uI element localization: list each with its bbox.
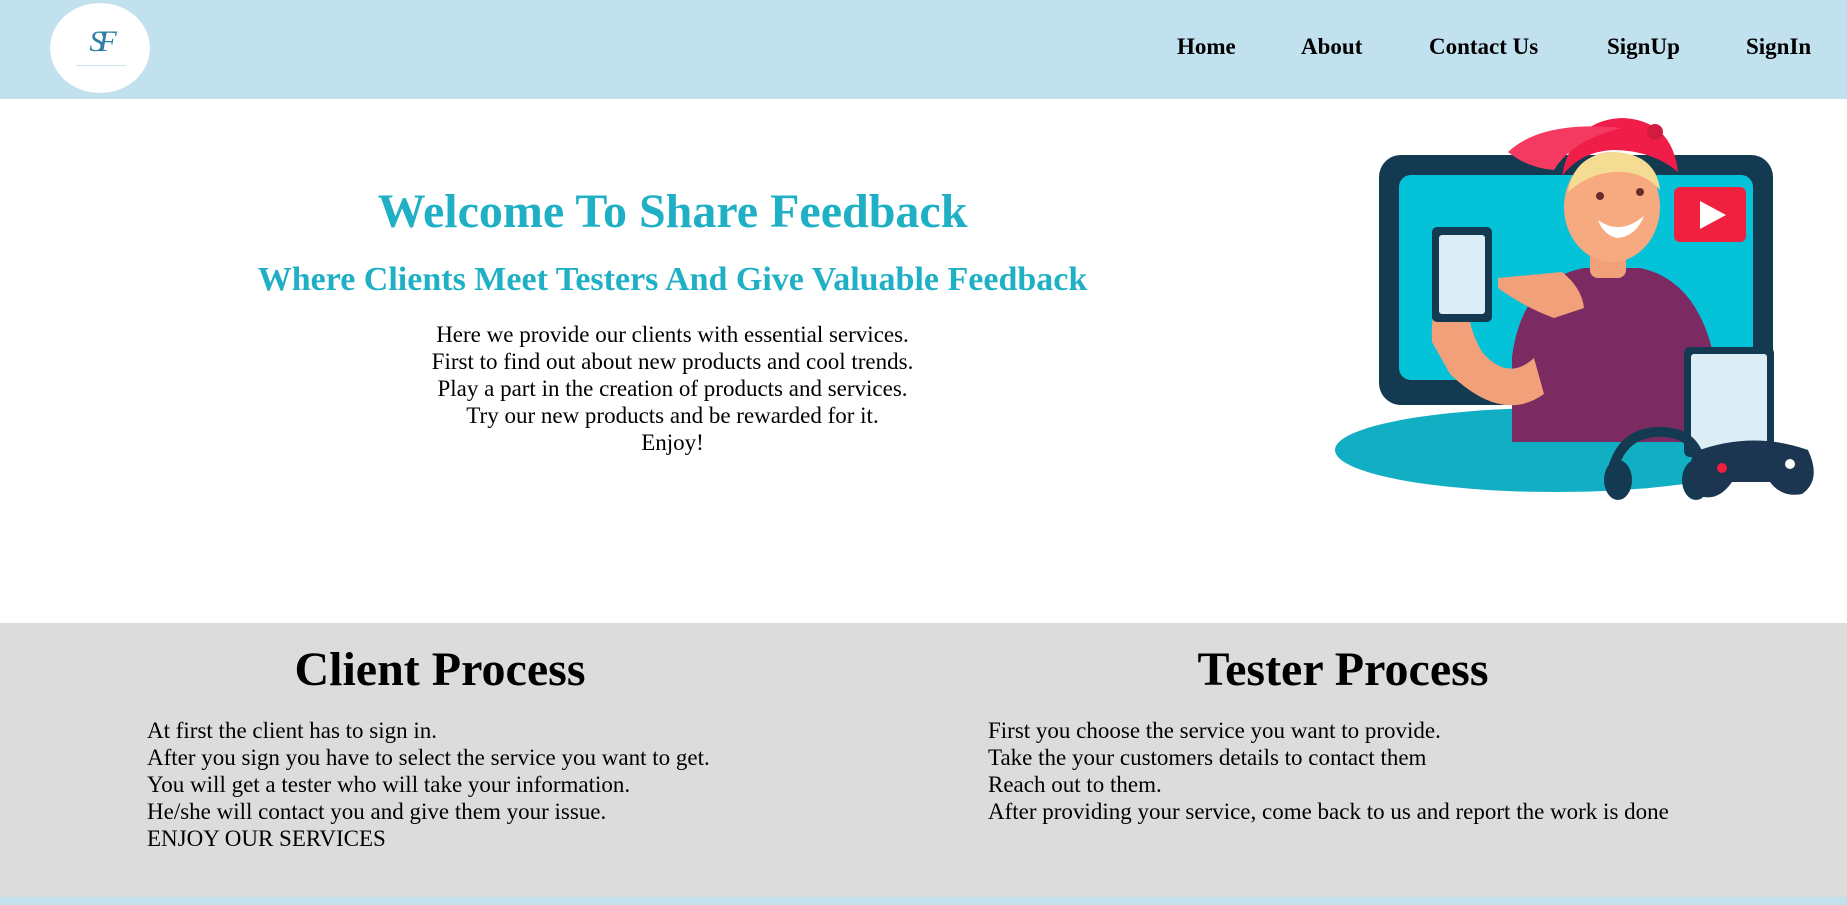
hero-line: Enjoy! [641,430,704,455]
hero-line: Play a part in the creation of products … [437,376,908,401]
client-step: He/she will contact you and give them yo… [147,799,607,824]
footer-strip [0,897,1847,905]
tester-step: Take the your customers details to conta… [988,745,1427,770]
logo-text: SF [89,25,116,58]
nav-link-signin[interactable]: SignIn [1746,30,1811,64]
tester-process-title: Tester Process [1197,643,1489,696]
navbar: SF Home About Contact Us SignUp SignIn [0,0,1847,99]
tester-step: After providing your service, come back … [988,799,1669,824]
client-step: You will get a tester who will take your… [147,772,631,797]
hero-illustration [1335,118,1814,500]
nav-link-home[interactable]: Home [1177,30,1236,64]
tester-step: First you choose the service you want to… [988,718,1441,743]
site-logo[interactable]: SF [50,3,150,93]
client-step: ENJOY OUR SERVICES [147,826,386,851]
tester-process-steps: First you choose the service you want to… [988,717,1669,825]
hero-title: Welcome To Share Feedback [377,185,968,238]
hero-line: Here we provide our clients with essenti… [436,322,909,347]
nav-link-contact-us[interactable]: Contact Us [1429,30,1538,64]
client-step: At first the client has to sign in. [147,718,438,743]
hero-line: Try our new products and be rewarded for… [466,403,879,428]
hero-line: First to find out about new products and… [431,349,914,374]
logo-underline [76,65,126,66]
hero-subtitle: Where Clients Meet Testers And Give Valu… [257,261,1088,298]
client-process-steps: At first the client has to sign in. Afte… [147,717,710,852]
hero-description: Here we provide our clients with essenti… [0,321,1345,456]
tester-step: Reach out to them. [988,772,1162,797]
nav-link-signup[interactable]: SignUp [1607,30,1680,64]
nav-link-about[interactable]: About [1301,30,1362,64]
client-process-title: Client Process [294,643,586,696]
client-step: After you sign you have to select the se… [147,745,710,770]
